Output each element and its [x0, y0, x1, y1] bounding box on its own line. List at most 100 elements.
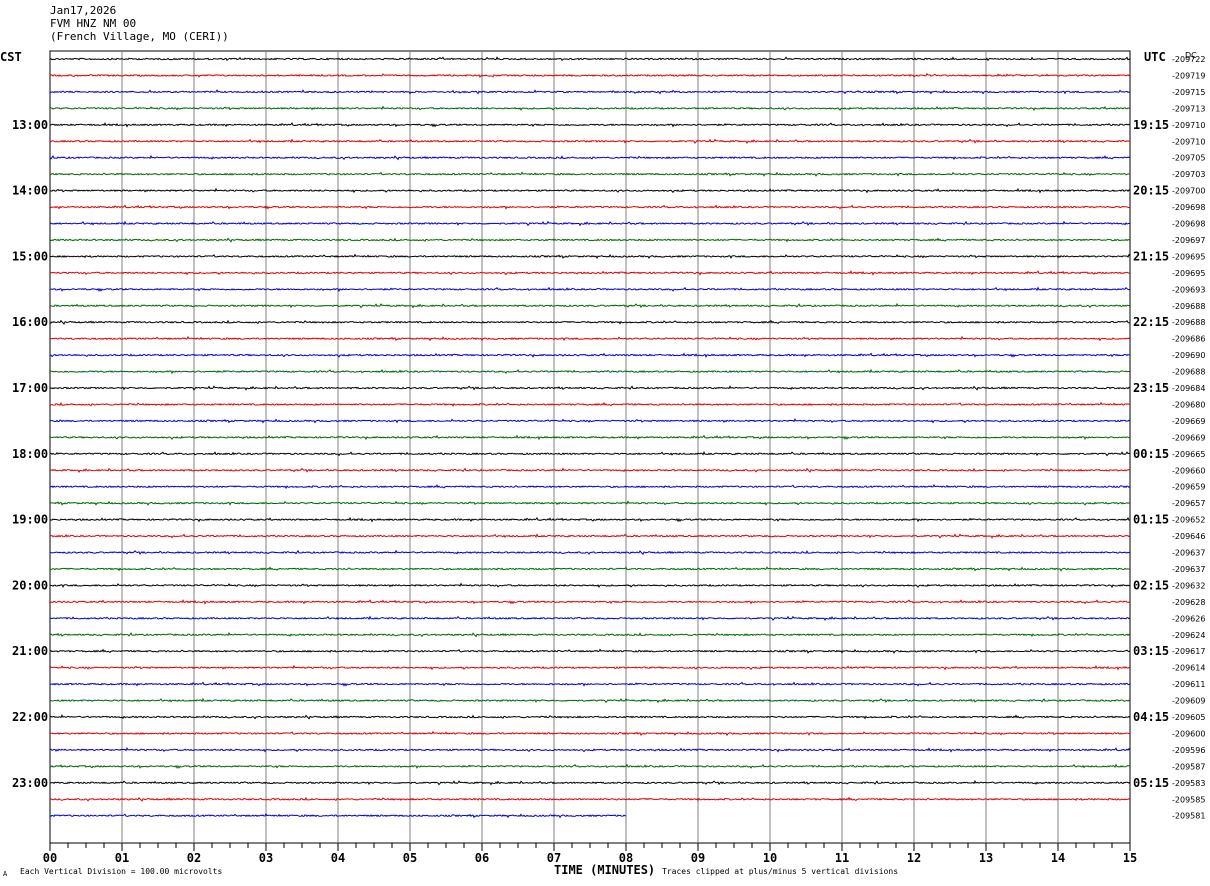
trace-line — [49, 204, 1131, 210]
dc-offset-label: -209646 — [1172, 532, 1205, 541]
trace-line — [49, 582, 1131, 589]
x-axis-title: TIME (MINUTES) — [554, 863, 656, 877]
trace-line — [49, 516, 1131, 523]
trace-line — [49, 599, 1131, 605]
left-hour-label: 20:00 — [12, 578, 48, 592]
x-tick-label: 02 — [187, 851, 201, 865]
x-tick-label: 14 — [1051, 851, 1065, 865]
trace-line — [49, 418, 1131, 424]
trace-line — [49, 747, 1131, 753]
trace-line — [49, 730, 1131, 737]
dc-offset-label: -209669 — [1172, 417, 1205, 426]
left-hour-label: 15:00 — [12, 249, 48, 263]
dc-offset-label: -209695 — [1172, 269, 1205, 278]
dc-offset-label: -209637 — [1172, 565, 1205, 574]
x-tick-label: 06 — [475, 851, 489, 865]
trace-line — [49, 138, 1131, 144]
trace-line — [49, 615, 1131, 622]
trace-line — [49, 335, 1131, 342]
right-hour-label: 19:15 — [1133, 118, 1169, 132]
trace-line — [49, 352, 1131, 358]
dc-offset-label: -209688 — [1172, 318, 1205, 327]
dc-offset-label: -209719 — [1172, 71, 1205, 80]
x-tick-label: 10 — [763, 851, 777, 865]
trace-line — [49, 779, 1131, 786]
dc-offset-label: -209710 — [1172, 121, 1205, 130]
trace-line — [49, 122, 1131, 128]
x-axis: 00 01 02 03 04 05 06 07 08 09 10 11 12 13 14 15 — [43, 843, 1137, 865]
left-hour-label: 22:00 — [12, 710, 48, 724]
helicorder-plot: CST UTC DC -209722-209719-209715-209713-… — [0, 50, 1205, 865]
trace-line — [49, 368, 1131, 375]
dc-offset-label: -209628 — [1172, 598, 1205, 607]
right-hour-label: 02:15 — [1133, 578, 1169, 592]
trace-line — [49, 681, 1131, 687]
x-tick-label: 03 — [259, 851, 273, 865]
right-hour-label: 20:15 — [1133, 184, 1169, 198]
dc-offset-label: -209665 — [1172, 450, 1205, 459]
trace-line — [49, 89, 1131, 95]
trace-line — [49, 500, 1131, 506]
trace-line — [49, 154, 1131, 161]
trace-line — [49, 566, 1131, 572]
trace-line — [49, 763, 1131, 770]
right-hour-label: 03:15 — [1133, 644, 1169, 658]
left-hour-label: 16:00 — [12, 315, 48, 329]
trace-line — [49, 105, 1131, 112]
trace-line — [49, 714, 1131, 720]
dc-offset-label: -209713 — [1172, 104, 1205, 113]
dc-offset-label: -209652 — [1172, 516, 1205, 525]
right-hour-label: 21:15 — [1133, 249, 1169, 263]
right-hour-label: 01:15 — [1133, 513, 1169, 527]
trace-line — [49, 631, 1131, 638]
trace-line — [49, 648, 1131, 654]
dc-offset-label: -209690 — [1172, 351, 1205, 360]
right-timezone-label: UTC — [1144, 50, 1166, 64]
dc-offset-label: -209705 — [1172, 154, 1205, 163]
dc-offset-label: -209684 — [1172, 384, 1205, 393]
dc-offset-label: -209688 — [1172, 302, 1205, 311]
scale-note: Each Vertical Division = 100.00 microvol… — [20, 867, 223, 876]
clip-note: Traces clipped at plus/minus 5 vertical … — [662, 867, 899, 876]
trace-line — [49, 270, 1131, 276]
dc-offset-label: -209637 — [1172, 549, 1205, 558]
plot-frame — [49, 50, 1131, 844]
dc-offset-label: -209669 — [1172, 433, 1205, 442]
trace-line — [49, 664, 1131, 671]
dc-offset-label: -209583 — [1172, 779, 1205, 788]
trace-line — [49, 467, 1131, 473]
left-hour-label: 19:00 — [12, 513, 48, 527]
right-hour-label: 23:15 — [1133, 381, 1169, 395]
left-hour-label: 17:00 — [12, 381, 48, 395]
dc-offset-label: -209700 — [1172, 187, 1205, 196]
trace-line — [49, 385, 1131, 391]
dc-offset-label: -209600 — [1172, 729, 1205, 738]
left-hour-label: 14:00 — [12, 184, 48, 198]
x-tick-label: 05 — [403, 851, 417, 865]
left-timezone-label: CST — [0, 50, 22, 64]
trace-line — [49, 319, 1131, 325]
trace-rows — [49, 56, 1131, 819]
trace-line — [49, 401, 1131, 407]
dc-offset-label: -209660 — [1172, 466, 1205, 475]
trace-line — [49, 187, 1131, 194]
trace-line — [49, 434, 1131, 441]
dc-offset-label: -209657 — [1172, 499, 1205, 508]
dc-offset-label: -209617 — [1172, 647, 1205, 656]
trace-line — [49, 302, 1131, 309]
right-hour-label: 00:15 — [1133, 447, 1169, 461]
dc-offset-label: -209585 — [1172, 795, 1205, 804]
trace-line — [49, 286, 1131, 292]
dc-offset-label: -209695 — [1172, 252, 1205, 261]
x-tick-label: 01 — [115, 851, 129, 865]
trace-line — [49, 450, 1131, 457]
dc-offset-label: -209697 — [1172, 236, 1205, 245]
left-hour-label: 13:00 — [12, 118, 48, 132]
trace-line — [49, 533, 1131, 539]
trace-line — [49, 72, 1131, 78]
trace-line — [49, 549, 1131, 556]
trace-line — [49, 171, 1131, 177]
dc-offset-label: -209693 — [1172, 285, 1205, 294]
dc-offset-label: -209611 — [1172, 680, 1205, 689]
right-hour-label: 22:15 — [1133, 315, 1169, 329]
